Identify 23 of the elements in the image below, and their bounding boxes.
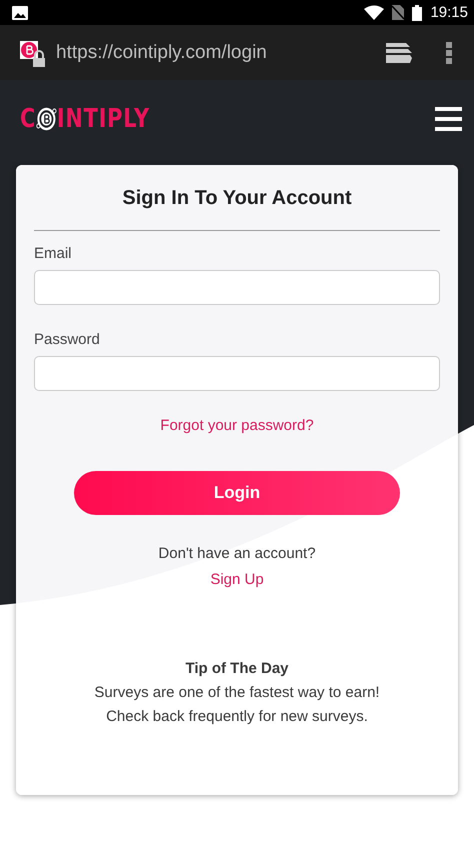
forgot-password-link[interactable]: Forgot your password?	[160, 417, 314, 434]
more-options-icon[interactable]	[446, 42, 452, 64]
menu-icon[interactable]	[435, 106, 462, 130]
tip-text: Check back frequently for new surveys.	[106, 708, 368, 725]
sign-up-link[interactable]: Sign Up	[210, 571, 264, 588]
input-field[interactable]	[34, 356, 440, 391]
field-label: Email	[34, 245, 73, 262]
tip-title: Tip of The Day	[185, 660, 289, 677]
bitcoin-coin-icon	[36, 106, 57, 132]
login-button[interactable]: Login	[74, 471, 400, 515]
cointiply-logo[interactable]: C INTIPLY	[20, 104, 150, 134]
wifi-icon	[364, 5, 384, 20]
tabs-icon[interactable]	[386, 42, 412, 62]
site-lock-icon	[20, 38, 48, 66]
signup-prompt: Don't have an account?	[158, 545, 316, 562]
field-label: Password	[34, 331, 101, 348]
no-sim-icon	[392, 5, 404, 20]
image-notification-icon	[12, 6, 28, 20]
battery-icon	[412, 4, 422, 20]
status-time: 19:15	[430, 4, 468, 21]
card-title: Sign In To Your Account	[121, 187, 353, 210]
tip-text: Surveys are one of the fastest way to earn!	[94, 684, 380, 701]
input-field[interactable]	[34, 270, 440, 305]
